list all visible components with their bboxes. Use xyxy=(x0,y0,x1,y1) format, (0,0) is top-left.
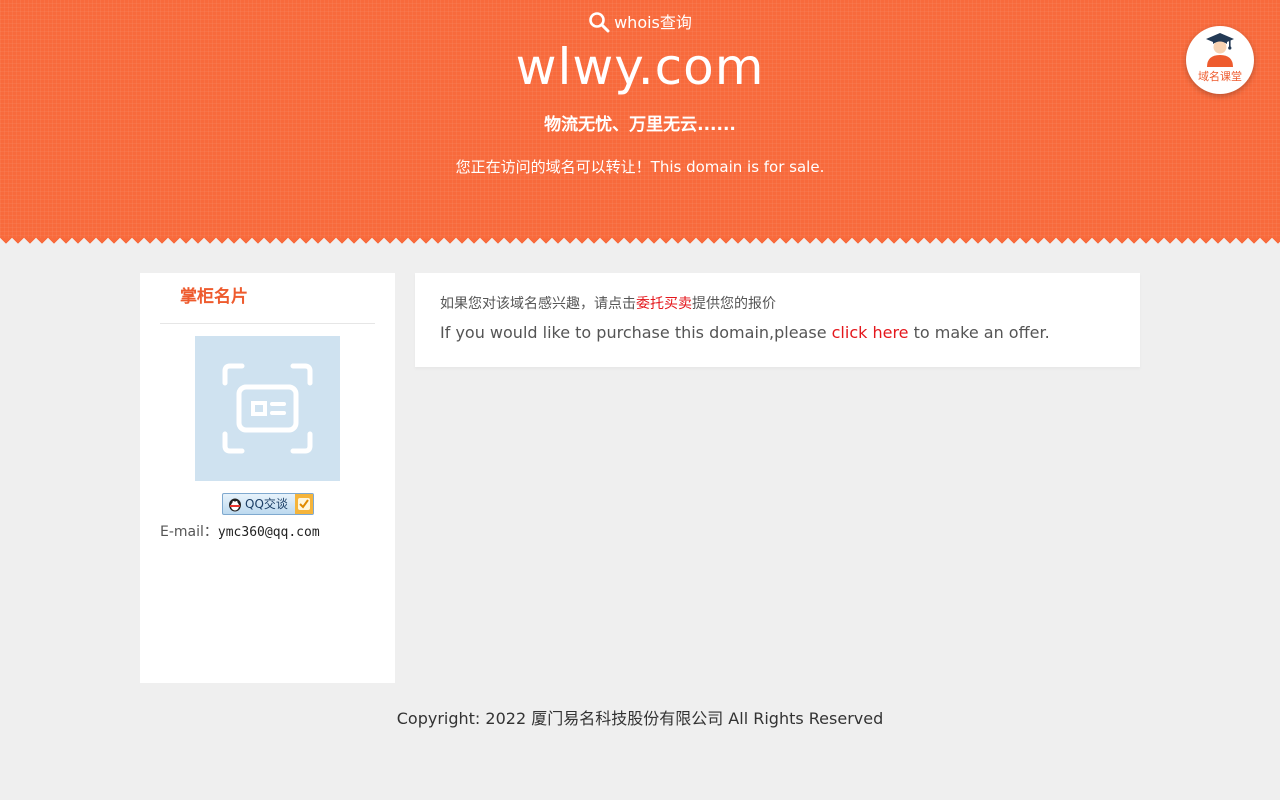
offer-text-en: If you would like to purchase this domai… xyxy=(440,321,1050,345)
offer-en-suffix: to make an offer. xyxy=(908,323,1050,342)
email-value: ymc360@qq.com xyxy=(217,525,320,540)
seller-photo-placeholder xyxy=(195,336,340,481)
qq-penguin-icon xyxy=(227,496,243,518)
search-icon xyxy=(588,12,614,33)
seller-card: 掌柜名片 QQ交谈 E-mail：ymc360@qq.com xyxy=(140,273,395,683)
offer-text-cn: 如果您对该域名感兴趣，请点击委托买卖提供您的报价 xyxy=(440,293,776,315)
classroom-label: 域名课堂 xyxy=(1198,70,1242,83)
seller-card-divider xyxy=(160,323,375,324)
footer-copyright: Copyright: 2022 厦门易名科技股份有限公司 All Rights … xyxy=(396,709,884,728)
seller-email: E-mail：ymc360@qq.com xyxy=(160,522,320,543)
offer-card: 如果您对该域名感兴趣，请点击委托买卖提供您的报价 If you would li… xyxy=(415,273,1140,367)
entrust-trade-link[interactable]: 委托买卖 xyxy=(636,296,692,312)
qq-chat-button[interactable]: QQ交谈 xyxy=(222,493,314,515)
domain-classroom-button[interactable]: 域名课堂 xyxy=(1186,26,1254,94)
check-icon xyxy=(295,494,313,514)
whois-link[interactable]: whois查询 xyxy=(0,10,1280,36)
offer-cn-suffix: 提供您的报价 xyxy=(692,296,776,312)
qq-button-label: QQ交谈 xyxy=(245,497,288,511)
hero-zigzag-edge xyxy=(0,238,1280,250)
offer-cn-prefix: 如果您对该域名感兴趣，请点击 xyxy=(440,296,636,312)
domain-title: wlwy.com xyxy=(515,38,765,96)
domain-slogan: 物流无忧、万里无云...... xyxy=(544,115,736,135)
seller-card-title: 掌柜名片 xyxy=(180,287,248,307)
click-here-link[interactable]: click here xyxy=(832,323,909,342)
email-label: E-mail： xyxy=(160,524,218,540)
sale-notice: 您正在访问的域名可以转让！This domain is for sale. xyxy=(455,158,825,176)
whois-label: whois查询 xyxy=(614,13,692,32)
offer-en-prefix: If you would like to purchase this domai… xyxy=(440,323,832,342)
